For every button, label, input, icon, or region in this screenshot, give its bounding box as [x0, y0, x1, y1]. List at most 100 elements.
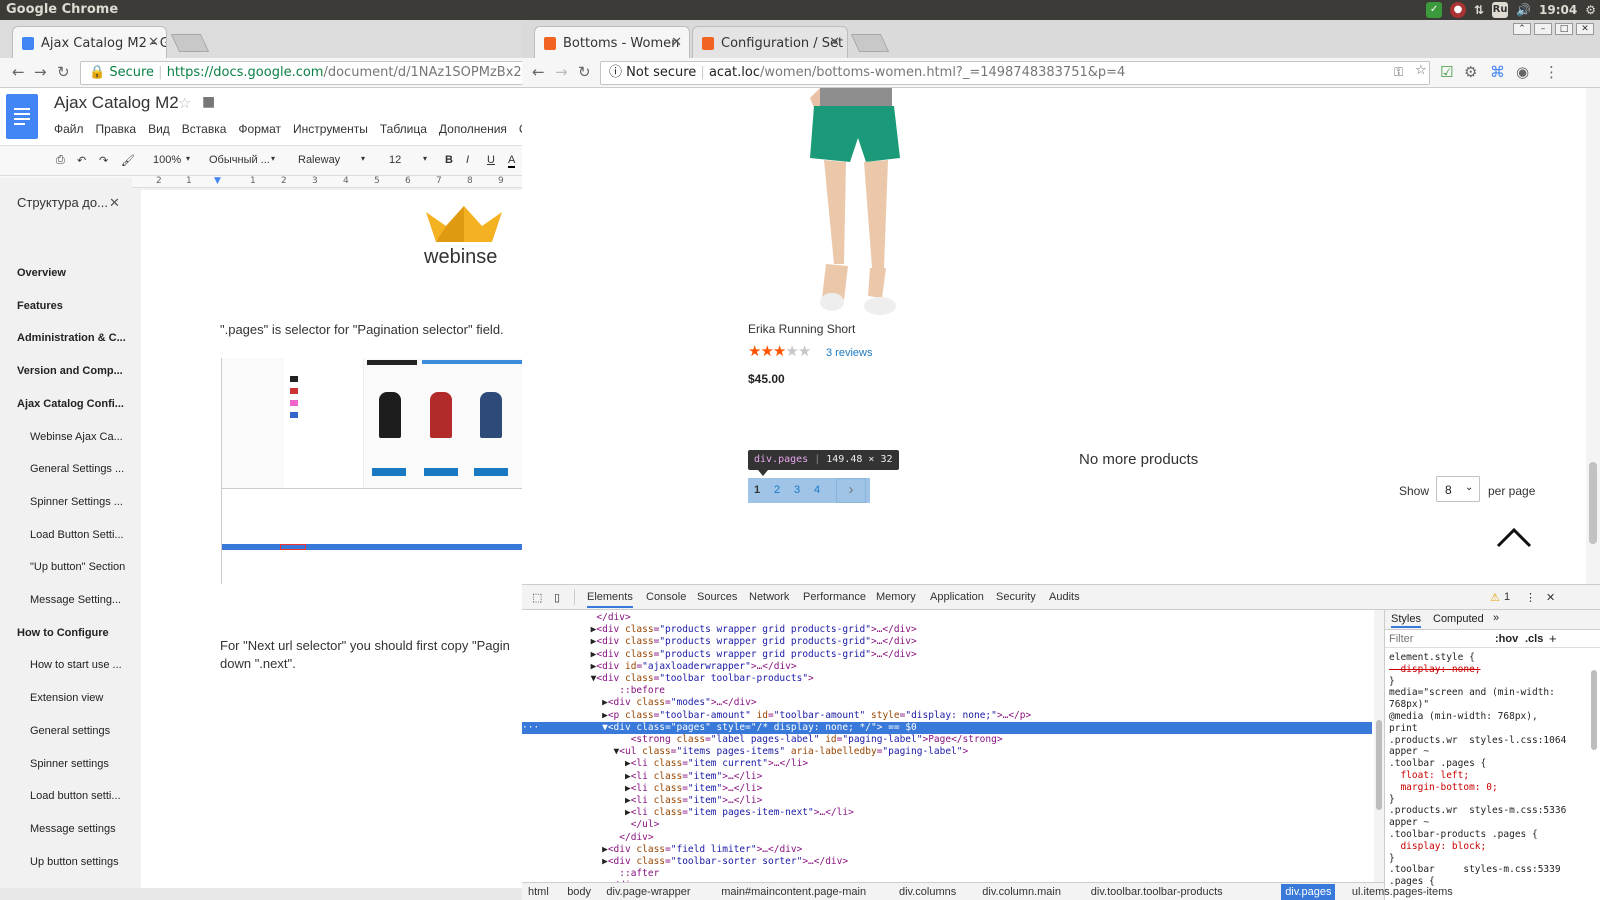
menu-insert[interactable]: Вставка — [182, 122, 227, 136]
dom-node[interactable]: <strong class="label pages-label" id="pa… — [522, 734, 1372, 746]
dom-node[interactable]: </ul> — [522, 819, 1372, 831]
keyboard-layout[interactable]: Ru — [1492, 2, 1509, 18]
hov-toggle[interactable]: :hov — [1495, 633, 1518, 645]
folder-icon[interactable]: ■ — [202, 94, 215, 110]
outline-item[interactable]: Features — [17, 300, 129, 312]
dom-node[interactable]: ▼<div class="toolbar toolbar-products"> — [522, 673, 1372, 685]
tab-configuration[interactable]: Configuration / Set ✕ — [692, 26, 848, 58]
dom-node[interactable]: ▶<div class="products wrapper grid produ… — [522, 649, 1372, 661]
close-devtools-icon[interactable]: ✕ — [1546, 591, 1555, 604]
cls-toggle[interactable]: .cls — [1525, 633, 1543, 645]
undo-icon[interactable]: ↶ — [77, 154, 86, 167]
back-arrow-icon[interactable]: ← — [12, 63, 25, 81]
page-item[interactable]: 3 — [794, 484, 800, 496]
doc-title[interactable]: Ajax Catalog M2 — [54, 93, 179, 113]
outline-item[interactable]: Webinse Ajax Ca... — [30, 431, 142, 443]
forward-arrow-icon[interactable]: → — [555, 63, 568, 81]
warning-icon[interactable]: ⚠ — [1490, 591, 1500, 604]
menu-kebab-icon[interactable]: ⋮ — [1544, 63, 1559, 81]
dom-node[interactable]: ▼<ul class="items pages-items" aria-labe… — [522, 746, 1372, 758]
breadcrumb-item[interactable]: div.toolbar.toolbar-products — [1091, 886, 1223, 898]
eye-extension-icon[interactable]: ◉ — [1516, 63, 1529, 81]
tab-console[interactable]: Console — [646, 591, 686, 603]
outline-item[interactable]: Spinner settings — [30, 758, 142, 770]
add-rule-icon[interactable]: + — [1549, 631, 1557, 646]
outline-item[interactable]: Message settings — [30, 823, 142, 835]
breadcrumb-item[interactable]: div.columns — [899, 886, 956, 898]
breadcrumb-item[interactable]: body — [567, 886, 591, 898]
menu-file[interactable]: Файл — [54, 122, 84, 136]
dom-node[interactable]: </div> — [522, 612, 1372, 624]
outline-item[interactable]: Load Button Setti... — [30, 529, 142, 541]
device-toolbar-icon[interactable]: ▯ — [554, 591, 560, 604]
text-color-button[interactable]: A — [508, 154, 516, 168]
tab-security[interactable]: Security — [996, 591, 1036, 603]
tab-computed[interactable]: Computed — [1433, 613, 1484, 625]
per-page-select[interactable]: 8 ⌄ — [1436, 476, 1480, 502]
menu-format[interactable]: Формат — [238, 122, 281, 136]
document-page[interactable]: webinse ".pages" is selector for "Pagina… — [141, 190, 532, 888]
dom-node[interactable]: ▶<div class="modes">…</div> — [522, 697, 1372, 709]
bold-button[interactable]: B — [445, 154, 453, 166]
close-icon[interactable]: ✕ — [671, 35, 682, 50]
more-tabs-icon[interactable]: » — [1493, 612, 1499, 624]
clock[interactable]: 19:04 — [1539, 3, 1577, 17]
outline-item[interactable]: Administration & C... — [17, 332, 129, 344]
dom-node[interactable]: ▶<li class="item pages-item-next">…</li> — [522, 807, 1372, 819]
tab-memory[interactable]: Memory — [876, 591, 916, 603]
tab-application[interactable]: Application — [930, 591, 984, 603]
breadcrumb-item[interactable]: main#maincontent.page-main — [721, 886, 866, 898]
outline-item[interactable]: General Settings ... — [30, 463, 142, 475]
horizontal-scrollbar[interactable] — [0, 888, 532, 900]
outline-item[interactable]: "Up button" Section — [30, 561, 142, 573]
outline-item[interactable]: Extension view — [30, 692, 142, 704]
styles-filter-input[interactable] — [1389, 632, 1489, 646]
dom-node[interactable]: ▶<div class="products wrapper grid produ… — [522, 624, 1372, 636]
product-name[interactable]: Erika Running Short — [748, 322, 855, 336]
outline-item[interactable]: Ajax Catalog Confi... — [17, 398, 129, 410]
print-icon[interactable]: ⎙ — [56, 154, 65, 167]
key-icon[interactable]: ⚿ — [1394, 65, 1403, 80]
dom-tree[interactable]: </div> ▶<div class="products wrapper gri… — [522, 610, 1374, 882]
pin-icon[interactable]: ⌃ — [1513, 23, 1531, 35]
breadcrumb-current[interactable]: div.pages — [1281, 884, 1336, 900]
dom-node[interactable]: ▶<li class="item">…</li> — [522, 795, 1372, 807]
font-size-select[interactable]: 12 — [389, 154, 401, 166]
close-icon[interactable]: ✕ — [148, 35, 159, 50]
product-image[interactable] — [784, 88, 904, 328]
tab-network[interactable]: Network — [749, 591, 789, 603]
styles-scrollbar-thumb[interactable] — [1591, 670, 1597, 750]
close-window-icon[interactable]: ✕ — [1576, 23, 1594, 35]
dom-node[interactable]: ▶<li class="item">…</li> — [522, 771, 1372, 783]
dom-node[interactable]: ::after — [522, 868, 1372, 880]
recording-icon[interactable]: ● — [1450, 2, 1467, 18]
forward-arrow-icon[interactable]: → — [34, 63, 47, 81]
tab-sources[interactable]: Sources — [697, 591, 737, 603]
indent-marker-icon[interactable]: ▼ — [214, 176, 221, 186]
dom-node[interactable]: ▶<div class="field limiter">…</div> — [522, 844, 1372, 856]
reload-icon[interactable]: ↻ — [57, 63, 70, 81]
dom-node[interactable]: ▶<div class="toolbar-sorter sorter">…</d… — [522, 856, 1372, 868]
dom-tree-scrollbar[interactable] — [1374, 610, 1384, 882]
page-item-current[interactable]: 1 — [754, 484, 760, 496]
up-button-chevron-icon[interactable] — [1496, 526, 1532, 548]
menu-view[interactable]: Вид — [148, 122, 170, 136]
vertical-scrollbar[interactable] — [1586, 88, 1600, 584]
translate-icon[interactable]: ⌘ — [1490, 63, 1505, 81]
network-icon[interactable]: ⇅ — [1474, 3, 1484, 17]
menu-addons[interactable]: Дополнения — [439, 122, 507, 136]
dom-node[interactable]: ▶<li class="item current">…</li> — [522, 758, 1372, 770]
back-arrow-icon[interactable]: ← — [532, 63, 545, 81]
checkmark-icon[interactable]: ✓ — [1426, 2, 1443, 18]
warning-count[interactable]: 1 — [1504, 591, 1510, 603]
dom-node[interactable]: ▶<li class="item">…</li> — [522, 783, 1372, 795]
left-url-field[interactable]: 🔒 Secure | https://docs.google.com/docum… — [80, 61, 532, 85]
reload-icon[interactable]: ↻ — [578, 63, 591, 81]
close-icon[interactable]: ✕ — [829, 35, 840, 50]
outline-item[interactable]: How to Configure — [17, 627, 129, 639]
right-url-field[interactable]: ⓘ Not secure | acat.loc/women/bottoms-wo… — [600, 61, 1430, 85]
style-select[interactable]: Обычный ... — [209, 154, 270, 166]
close-icon[interactable]: ✕ — [109, 195, 120, 211]
outline-item[interactable]: Up button settings — [30, 856, 142, 868]
outline-item[interactable]: Version and Comp... — [17, 365, 129, 377]
